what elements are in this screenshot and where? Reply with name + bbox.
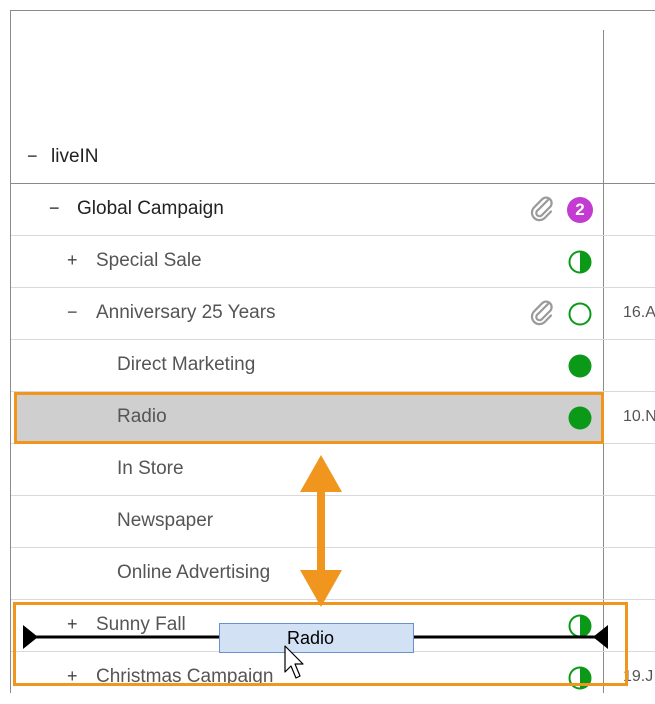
cursor-icon xyxy=(284,645,304,679)
